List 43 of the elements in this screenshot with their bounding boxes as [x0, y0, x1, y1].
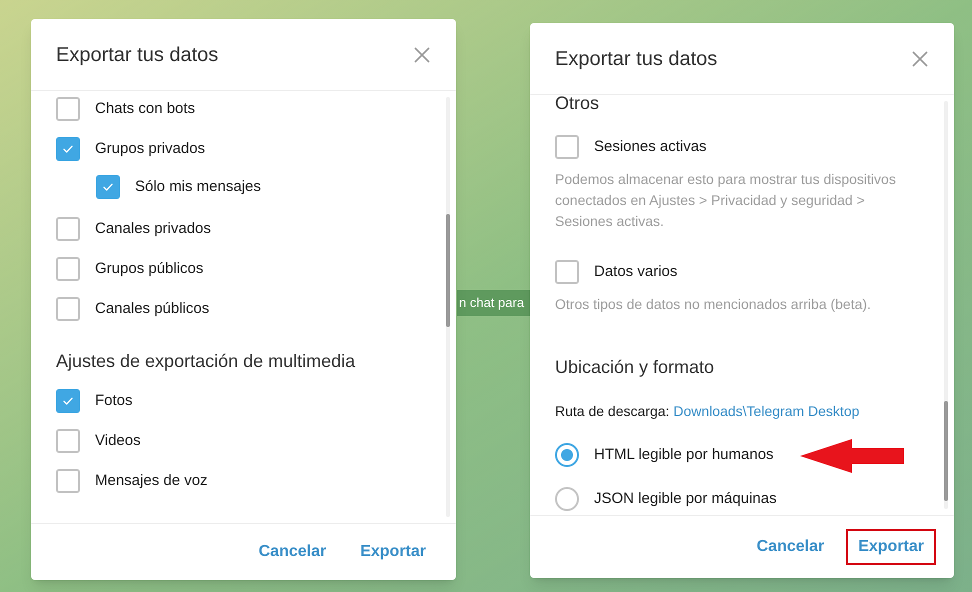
dialog-title: Exportar tus datos — [555, 46, 718, 72]
checkbox-label: Sólo mis mensajes — [135, 176, 261, 197]
checkbox-label: Canales públicos — [95, 298, 210, 319]
hint-text: Otros tipos de datos no mencionados arriba (beta). — [555, 295, 872, 314]
checkbox[interactable] — [56, 297, 80, 321]
section-heading: Ajustes de exportación de multimedia — [56, 350, 356, 373]
checkbox[interactable] — [555, 135, 579, 159]
radio-button[interactable] — [555, 443, 579, 467]
checkbox[interactable] — [56, 217, 80, 241]
close-button[interactable] — [912, 50, 928, 66]
checkbox[interactable] — [56, 97, 80, 121]
checkbox-label: Grupos privados — [95, 138, 206, 159]
checkbox-label: Grupos públicos — [95, 258, 204, 279]
checkbox-label: Datos varios — [594, 262, 678, 282]
dialog-button[interactable]: Cancelar — [246, 534, 338, 570]
dialog-button[interactable]: Exportar — [348, 534, 438, 570]
dialog-title: Exportar tus datos — [56, 42, 218, 68]
radio-label: JSON legible por máquinas — [594, 488, 777, 509]
hint-text: Podemos almacenar esto para mostrar tus dispositivos conectados en Ajustes > Privacidad y seguridad > Sesiones activas. — [555, 170, 897, 231]
radio-button[interactable] — [555, 487, 579, 511]
checkbox-label: Chats con bots — [95, 98, 196, 119]
checkbox[interactable] — [56, 429, 80, 453]
checkbox-label: Videos — [95, 430, 141, 451]
dialog-button[interactable]: Cancelar — [744, 529, 836, 565]
checkbox[interactable] — [555, 260, 579, 284]
close-button[interactable] — [414, 46, 430, 62]
checkbox-label: Mensajes de voz — [95, 470, 208, 491]
radio-label: HTML legible por humanos — [594, 444, 774, 465]
checkbox[interactable] — [56, 389, 80, 413]
section-heading: Ubicación y formato — [555, 356, 716, 379]
checkbox[interactable] — [56, 469, 80, 493]
download-path-link[interactable]: Downloads\Telegram Desktop — [673, 400, 860, 422]
section-heading: Otros — [555, 95, 600, 114]
checkbox[interactable] — [96, 175, 120, 199]
checkbox[interactable] — [56, 137, 80, 161]
path-label: Ruta de descarga: — [555, 402, 670, 421]
service-message: n chat para — [457, 290, 532, 316]
dialog-button[interactable]: Exportar — [846, 529, 936, 565]
checkbox-label: Sesiones activas — [594, 136, 707, 157]
checkbox[interactable] — [56, 257, 80, 281]
checkbox-label: Fotos — [95, 390, 133, 411]
checkbox-label: Canales privados — [95, 218, 211, 239]
scrollbar[interactable] — [446, 97, 450, 517]
